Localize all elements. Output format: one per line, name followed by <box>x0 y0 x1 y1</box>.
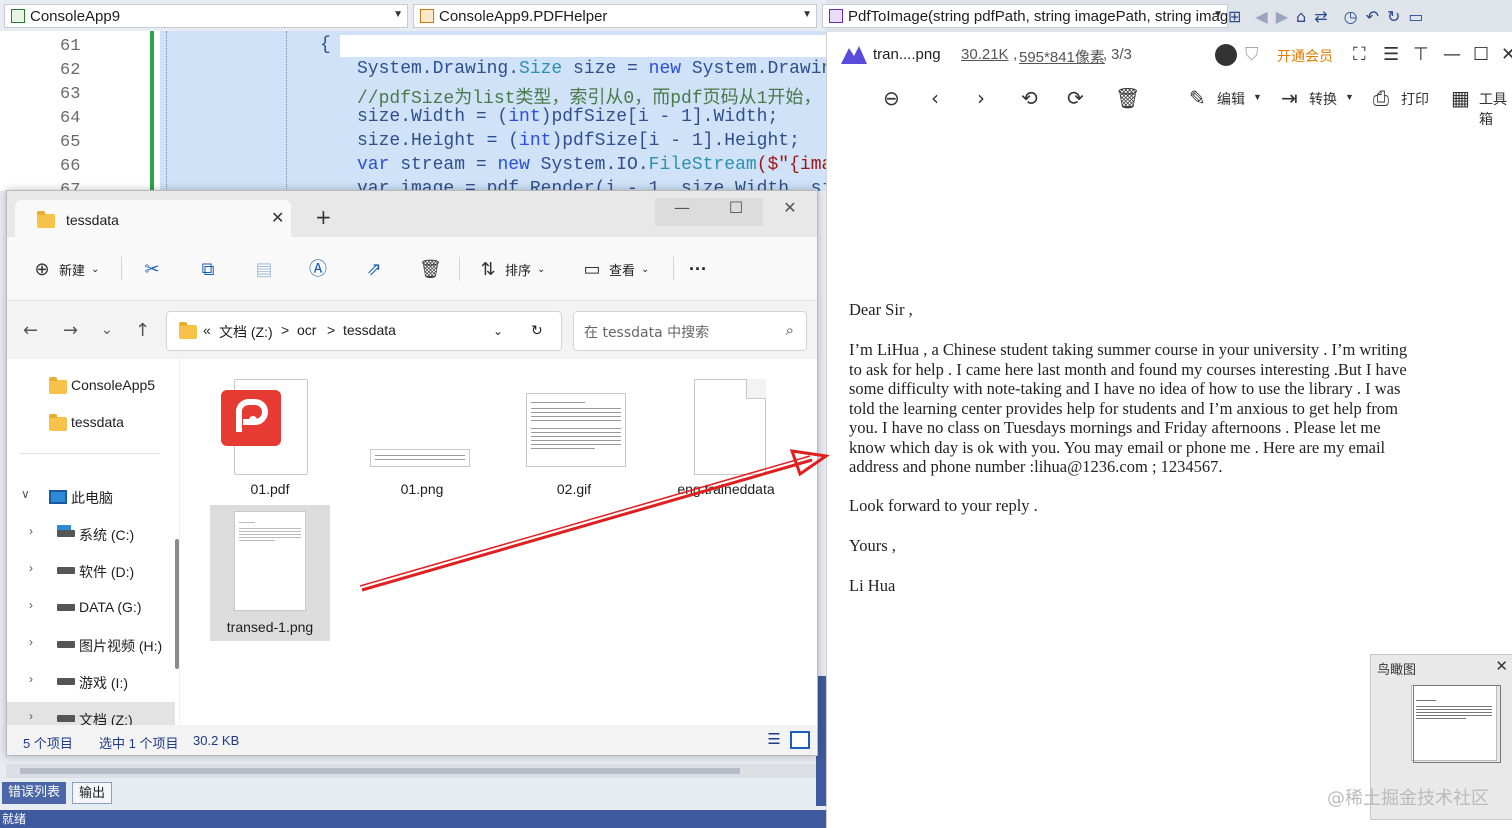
arrow-head <box>789 449 830 477</box>
arrow-shaft-edge <box>359 455 811 587</box>
annotation-arrow <box>359 449 830 592</box>
arrow-shaft <box>361 458 813 592</box>
